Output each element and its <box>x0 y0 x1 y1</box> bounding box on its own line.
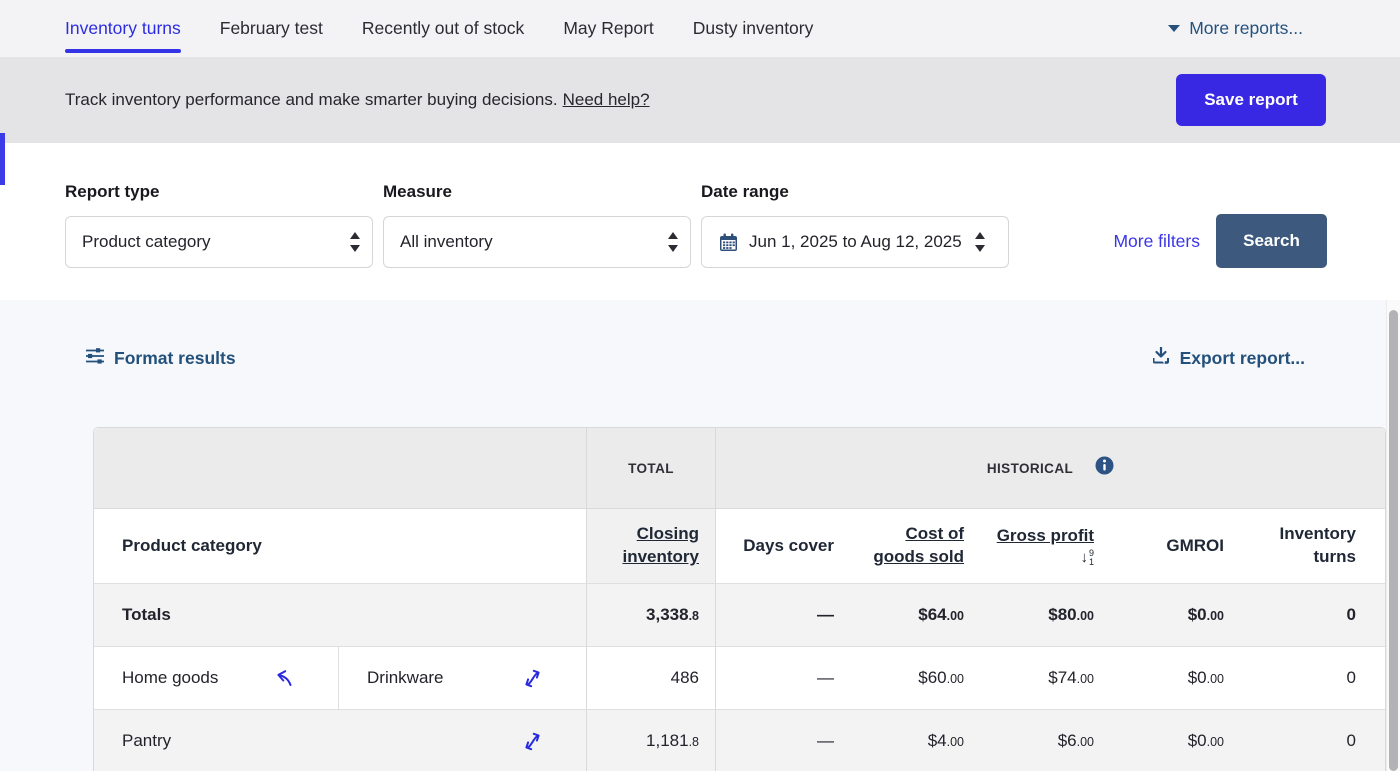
column-header-cost-of-goods-sold[interactable]: Cost of goods sold <box>856 509 980 583</box>
date-range-value: Jun 1, 2025 to Aug 12, 2025 <box>749 232 967 252</box>
export-report-label: Export report... <box>1180 348 1305 369</box>
pantry-days-cover: — <box>716 710 856 771</box>
report-type-group: Report type Product category <box>65 182 373 268</box>
table-row-home-goods: Home goods Drinkware <box>94 646 1385 709</box>
home-goods-gross-profit: $74.00 <box>980 647 1110 709</box>
inventory-report-page: Inventory turns February test Recently o… <box>0 0 1400 771</box>
date-range-group: Date range Jun 1, 2025 <box>701 182 1009 268</box>
tab-recently-out-of-stock[interactable]: Recently out of stock <box>362 0 524 57</box>
more-reports-label: More reports... <box>1189 18 1303 39</box>
tab-february-test[interactable]: February test <box>220 0 323 57</box>
export-report-button[interactable]: Export report... <box>1151 346 1305 370</box>
drinkware-subcell: Drinkware <box>339 647 586 709</box>
group-historical-cell: HISTORICAL <box>716 428 1385 508</box>
totals-closing-inventory: 3,338.8 <box>586 584 716 646</box>
report-tabs-bar: Inventory turns February test Recently o… <box>0 0 1400 57</box>
pantry-cogs: $4.00 <box>856 710 980 771</box>
totals-gross-profit: $80.00 <box>980 584 1110 646</box>
home-goods-category-cell: Home goods Drinkware <box>94 647 586 709</box>
calendar-icon <box>718 232 739 253</box>
inventory-turns-table: TOTAL HISTORICAL Product category <box>93 427 1386 771</box>
column-header-product-category: Product category <box>94 509 586 583</box>
date-range-label: Date range <box>701 182 1009 202</box>
gross-profit-label[interactable]: Gross profit <box>997 525 1094 548</box>
stepper-arrows-icon[interactable] <box>350 232 360 252</box>
search-button[interactable]: Search <box>1216 214 1327 268</box>
split-arrows-icon[interactable] <box>523 732 542 751</box>
totals-days-cover: — <box>716 584 856 646</box>
vertical-scrollbar-track[interactable] <box>1386 300 1400 771</box>
info-icon[interactable] <box>1095 456 1114 480</box>
need-help-link[interactable]: Need help? <box>563 90 650 110</box>
total-group-label: TOTAL <box>628 461 674 476</box>
table-column-header-row: Product category Closing inventory Days … <box>94 508 1385 583</box>
column-header-gross-profit[interactable]: Gross profit ↓ 91 <box>980 509 1110 583</box>
filter-actions: More filters Search <box>1113 214 1327 268</box>
date-range-select[interactable]: Jun 1, 2025 to Aug 12, 2025 <box>701 216 1009 268</box>
measure-label: Measure <box>383 182 691 202</box>
report-type-label: Report type <box>65 182 373 202</box>
pantry-gmroi: $0.00 <box>1110 710 1240 771</box>
report-content: Format results Export report... <box>0 300 1400 771</box>
stepper-arrows-icon[interactable] <box>975 232 985 252</box>
totals-inventory-turns: 0 <box>1240 584 1387 646</box>
split-arrows-icon[interactable] <box>523 669 542 688</box>
sliders-icon <box>85 347 105 370</box>
tab-may-report[interactable]: May Report <box>563 0 653 57</box>
tab-inventory-turns[interactable]: Inventory turns <box>65 0 181 57</box>
table-group-header-row: TOTAL HISTORICAL <box>94 428 1385 508</box>
download-icon <box>1151 346 1171 370</box>
pantry-closing-inventory: 1,181.8 <box>586 710 716 771</box>
more-reports-dropdown[interactable]: More reports... <box>1168 18 1303 39</box>
totals-cogs: $64.00 <box>856 584 980 646</box>
column-header-days-cover: Days cover <box>716 509 856 583</box>
collapse-merge-arrow-icon[interactable] <box>275 669 294 688</box>
stepper-arrows-icon[interactable] <box>668 232 678 252</box>
results-toolbar: Format results Export report... <box>0 300 1400 370</box>
report-type-select[interactable]: Product category <box>65 216 373 268</box>
intro-banner: Track inventory performance and make sma… <box>0 57 1400 143</box>
home-goods-subcell: Home goods <box>94 647 339 709</box>
left-edge-accent-bar <box>0 133 5 185</box>
column-header-closing-inventory[interactable]: Closing inventory <box>586 509 716 583</box>
more-filters-link[interactable]: More filters <box>1113 231 1200 252</box>
format-results-button[interactable]: Format results <box>85 347 236 370</box>
measure-group: Measure All inventory <box>383 182 691 268</box>
home-goods-days-cover: — <box>716 647 856 709</box>
home-goods-closing-inventory: 486 <box>586 647 716 709</box>
chevron-down-icon <box>1168 25 1180 32</box>
measure-select[interactable]: All inventory <box>383 216 691 268</box>
column-header-inventory-turns: Inventory turns <box>1240 509 1387 583</box>
home-goods-gmroi: $0.00 <box>1110 647 1240 709</box>
home-goods-label: Home goods <box>122 668 218 688</box>
historical-group-label: HISTORICAL <box>987 461 1073 476</box>
group-total-cell: TOTAL <box>586 428 716 508</box>
report-type-value: Product category <box>82 232 342 252</box>
pantry-gross-profit: $6.00 <box>980 710 1110 771</box>
vertical-scrollbar-thumb[interactable] <box>1389 310 1398 771</box>
pantry-inventory-turns: 0 <box>1240 710 1387 771</box>
home-goods-inventory-turns: 0 <box>1240 647 1387 709</box>
banner-message: Track inventory performance and make sma… <box>65 90 558 110</box>
drinkware-label: Drinkware <box>367 668 444 688</box>
measure-value: All inventory <box>400 232 660 252</box>
home-goods-cogs: $60.00 <box>856 647 980 709</box>
filter-panel: Report type Product category Measure All… <box>0 143 1400 300</box>
table-row-totals: Totals 3,338.8 — $64.00 $80.00 $0.00 0 <box>94 583 1385 646</box>
column-header-gmroi: GMROI <box>1110 509 1240 583</box>
save-report-button[interactable]: Save report <box>1176 74 1326 126</box>
group-empty-cell <box>94 428 586 508</box>
totals-gmroi: $0.00 <box>1110 584 1240 646</box>
pantry-category-cell: Pantry <box>94 710 586 771</box>
table-row-pantry: Pantry 1,181.8 — $ <box>94 709 1385 771</box>
tab-dusty-inventory[interactable]: Dusty inventory <box>693 0 814 57</box>
pantry-label: Pantry <box>122 731 171 751</box>
totals-label: Totals <box>94 584 586 646</box>
sort-descending-icon: ↓ 91 <box>1080 549 1094 567</box>
format-results-label: Format results <box>114 348 236 369</box>
